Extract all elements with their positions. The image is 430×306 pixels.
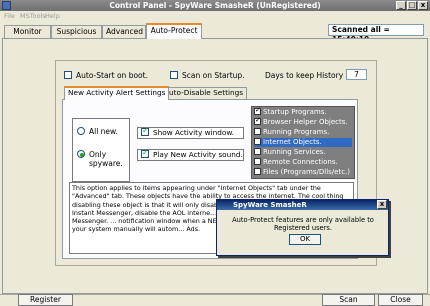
alert-mode-group: All new. Only spyware. [72, 118, 130, 182]
menu-mstools[interactable]: MSTools [20, 12, 46, 20]
tab-advanced[interactable]: Advanced [102, 25, 146, 38]
scanned-status: Scanned all = 15:40:19 [328, 24, 424, 44]
list-item-label: Running Services. [263, 148, 326, 156]
list-item[interactable]: Running Services. [254, 147, 352, 157]
list-item-checkbox[interactable] [254, 147, 261, 155]
only-spyware-label-line2: spyware. [89, 159, 123, 168]
maximize-button[interactable]: □ [407, 1, 417, 10]
list-item[interactable]: Startup Programs. [254, 106, 352, 117]
scan-button[interactable]: Scan [322, 294, 375, 306]
play-sound-label: Play New Activity sound. [153, 150, 243, 159]
object-type-list: Startup Programs. Browser Helper Objects… [251, 106, 355, 179]
auto-start-checkbox[interactable] [64, 71, 72, 79]
tab-new-activity-alert[interactable]: New Activity Alert Settings [64, 86, 170, 100]
only-spyware-label: Only [89, 150, 107, 159]
list-item-checkbox[interactable] [254, 137, 261, 145]
list-item-label: Startup Programs. [263, 108, 327, 116]
tab-auto-protect[interactable]: Auto-Protect [146, 23, 202, 39]
list-item-checkbox[interactable] [254, 116, 261, 125]
radio-only-spyware[interactable]: Only [77, 150, 106, 159]
list-item-label: Files (Programs/Dlls/etc.) [263, 168, 350, 176]
dialog-message: Auto-Protect features are only available… [232, 216, 374, 232]
dialog-title: SpyWare SmasheR [233, 201, 307, 209]
tab-suspicious[interactable]: Suspicious [51, 25, 102, 38]
history-label: Days to keep History [265, 71, 344, 80]
all-new-radio[interactable] [77, 127, 85, 135]
menu-bar: File MSTools Help [0, 11, 430, 21]
play-sound-option[interactable]: Play New Activity sound. [137, 148, 244, 161]
scan-startup-checkbox[interactable] [170, 71, 178, 79]
show-activity-window-option[interactable]: Show Activity window. [137, 126, 244, 139]
tab-monitor[interactable]: Monitor [4, 25, 51, 38]
register-button[interactable]: Register [18, 294, 73, 306]
registration-dialog: SpyWare SmasheR x Auto-Protect features … [216, 199, 389, 256]
show-window-checkbox[interactable] [141, 126, 149, 136]
minimize-button[interactable]: _ [396, 1, 406, 10]
dialog-title-bar: SpyWare SmasheR x [217, 200, 388, 210]
list-item[interactable]: Browser Helper Objects. [254, 116, 352, 127]
play-sound-checkbox[interactable] [141, 148, 149, 158]
auto-start-label: Auto-Start on boot. [76, 71, 148, 80]
close-button[interactable]: Close [378, 294, 423, 306]
dialog-ok-button[interactable]: OK [289, 234, 321, 245]
list-item-label: Internet Objects. [263, 138, 322, 146]
all-new-label: All new. [89, 127, 118, 136]
list-item-label: Running Programs. [263, 128, 330, 136]
scan-startup-label: Scan on Startup. [182, 71, 245, 80]
radio-all-new[interactable]: All new. [77, 127, 118, 136]
list-item-label: Browser Helper Objects. [263, 118, 348, 126]
list-item-label: Remote Connections. [263, 158, 338, 166]
menu-help[interactable]: Help [45, 12, 60, 20]
title-bar: Control Panel - SpyWare SmasheR (UnRegis… [0, 0, 430, 11]
list-item-checkbox[interactable] [254, 127, 261, 135]
history-days-field[interactable]: 7 [346, 69, 367, 80]
tab-auto-disable[interactable]: Auto-Disable Settings [160, 87, 248, 99]
list-item[interactable]: Running Programs. [254, 127, 352, 137]
list-item[interactable]: Files (Programs/Dlls/etc.) [254, 167, 352, 177]
close-window-button[interactable]: x [418, 1, 428, 10]
list-item[interactable]: Internet Objects. [254, 137, 352, 147]
scan-startup-option[interactable]: Scan on Startup. [170, 70, 245, 82]
list-item-checkbox[interactable] [254, 106, 261, 115]
list-item[interactable]: Remote Connections. [254, 157, 352, 167]
auto-start-option[interactable]: Auto-Start on boot. [64, 70, 148, 82]
list-item-checkbox[interactable] [254, 167, 261, 175]
only-spyware-radio[interactable] [77, 150, 85, 158]
window-title: Control Panel - SpyWare SmasheR (UnRegis… [109, 1, 321, 10]
main-tabs: Monitor Suspicious Advanced Auto-Protect… [0, 22, 430, 44]
list-item-checkbox[interactable] [254, 157, 261, 165]
show-window-label: Show Activity window. [153, 128, 234, 137]
dialog-close-button[interactable]: x [377, 200, 387, 209]
menu-file[interactable]: File [4, 12, 15, 20]
